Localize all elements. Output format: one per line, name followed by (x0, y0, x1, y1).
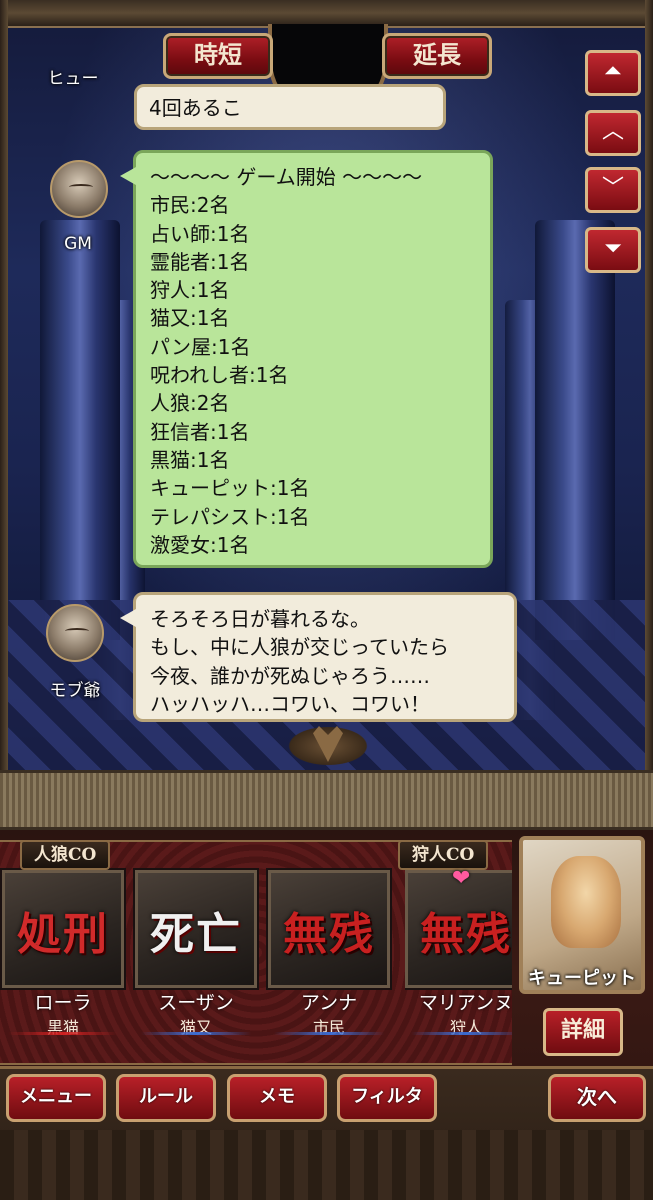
detail-button[interactable]: 詳細 (543, 1008, 623, 1056)
rules-button[interactable]: ルール (116, 1074, 216, 1122)
gm-line: 黒猫:1名 (150, 447, 230, 472)
bottom-floor (0, 1130, 653, 1200)
speaker-name-gm: GM (64, 234, 92, 254)
background-pillar (535, 220, 615, 640)
scroll-top-button[interactable]: ⏶ (585, 50, 641, 96)
co-tag-hunter: 狩人CO (398, 840, 489, 870)
gm-line: 呪われし者:1名 (150, 363, 289, 388)
gm-line: テレパシスト:1名 (150, 504, 310, 529)
role-underline (411, 1032, 512, 1035)
next-button[interactable]: 次へ (548, 1074, 646, 1122)
role-underline (274, 1032, 384, 1035)
gm-line: 激愛女:1名 (150, 532, 250, 557)
scroll-up-button[interactable]: ︿ (585, 110, 641, 156)
gm-line: 市民:2名 (150, 193, 230, 218)
gm-line: 占い師:1名 (150, 221, 250, 246)
speaker-name-hugh: ヒュー (47, 69, 99, 89)
gm-line: 人狼:2名 (150, 391, 230, 416)
message-bubble-gm: ～～～～ ゲーム開始 ～～～～ 市民:2名 占い師:1名 霊能者:1名 狩人:1… (120, 150, 493, 568)
mob-elder-avatar[interactable] (46, 604, 104, 662)
gm-line: 霊能者:1名 (150, 249, 250, 274)
gm-line: ～～～～ ゲーム開始 ～～～～ (150, 165, 423, 189)
gm-line: 狂信者:1名 (150, 419, 250, 444)
message-bubble-previous: 4回あるこ (134, 84, 446, 130)
player-status: 無残 (420, 909, 512, 960)
scroll-down-button[interactable]: ﹀ (585, 167, 641, 213)
right-frame (645, 0, 653, 770)
mob-line: 今夜、誰かが死ぬじゃろう…… (150, 663, 430, 688)
gm-line: パン屋:1名 (150, 334, 251, 359)
player-status: 死亡 (150, 909, 242, 960)
self-role-label: キューピット (528, 968, 636, 989)
co-tag-werewolf: 人狼CO (20, 840, 111, 870)
player-card[interactable]: 無残 マリアンヌ 狩人 (405, 870, 512, 1040)
role-underline (8, 1032, 118, 1035)
gm-line: キューピット:1名 (150, 476, 310, 501)
gm-avatar[interactable] (50, 160, 108, 218)
double-chevron-down-icon: ⏷ (604, 236, 622, 261)
cupid-illustration (551, 856, 621, 948)
scroll-bottom-button[interactable]: ⏷ (585, 227, 641, 273)
message-text: 4回あるこ (149, 96, 242, 120)
time-extend-button[interactable]: 延長 (382, 33, 492, 79)
heart-icon: ❤ (452, 866, 471, 891)
double-chevron-up-icon: ⏶ (604, 59, 622, 84)
player-name: ローラ (34, 992, 92, 1014)
background-pillar (40, 220, 120, 640)
player-name: アンナ (300, 992, 358, 1014)
gm-line: 狩人:1名 (150, 278, 230, 303)
menu-button[interactable]: メニュー (6, 1074, 106, 1122)
self-role-card[interactable]: キューピット (519, 836, 645, 994)
role-underline (141, 1032, 251, 1035)
player-name: マリアンヌ (418, 992, 512, 1014)
player-status: 処刑 (17, 909, 109, 960)
chevron-down-icon: ﹀ (601, 176, 624, 201)
speaker-name-mob: モブ爺 (49, 681, 101, 701)
time-short-button[interactable]: 時短 (163, 33, 273, 79)
player-name: スーザン (158, 992, 234, 1014)
left-frame (0, 0, 8, 770)
memo-button[interactable]: メモ (227, 1074, 327, 1122)
mob-line: そろそろ日が暮れるな。 (150, 607, 370, 631)
mob-line: もし、中に人狼が交じっていたら (150, 635, 449, 660)
filter-button[interactable]: フィルタ (337, 1074, 437, 1122)
chevron-up-icon: ︿ (601, 119, 624, 144)
mob-line: ハッハッハ…コワい、コワい！ (150, 691, 430, 716)
player-status: 無残 (283, 909, 375, 960)
divider-band (0, 770, 653, 830)
message-bubble-mob: そろそろ日が暮れるな。 もし、中に人狼が交じっていたら 今夜、誰かが死ぬじゃろう… (120, 592, 517, 722)
gm-line: 猫又:1名 (150, 306, 230, 331)
